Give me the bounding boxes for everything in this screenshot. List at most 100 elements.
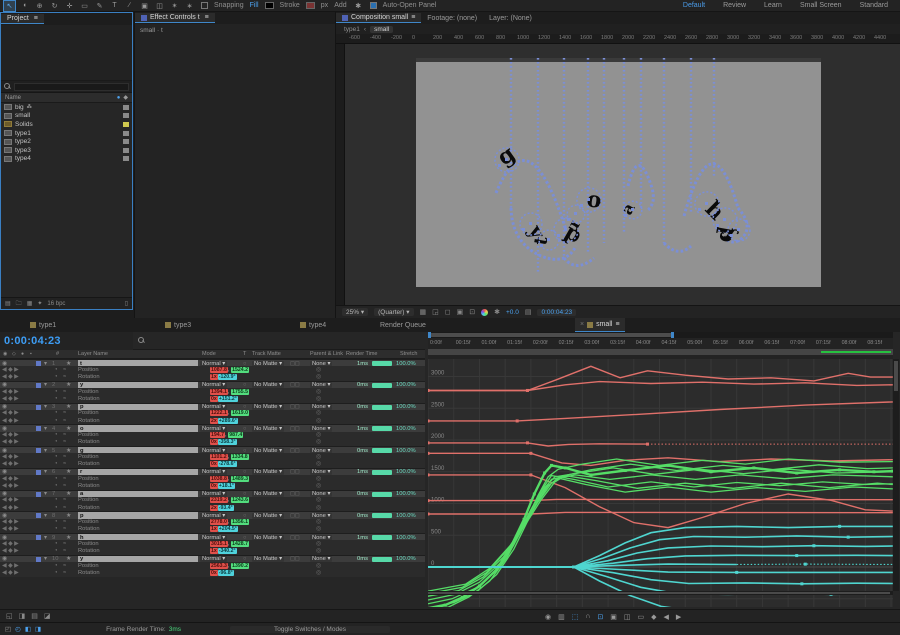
gear-icon[interactable]: ✱: [353, 1, 364, 11]
pick-whip-icon[interactable]: ◎: [316, 562, 324, 569]
exposure-value[interactable]: +0.0: [506, 309, 519, 316]
keyframe-nav[interactable]: ◀ ◆ ▶: [2, 432, 22, 439]
auto-open-checkbox[interactable]: [370, 2, 377, 9]
rotation-row-8[interactable]: ◀ ◆ ▶◔≈Rotation1x+204.5°◎: [0, 526, 425, 533]
fit-selection-icon[interactable]: ⊡: [597, 613, 603, 621]
timeline-timecode[interactable]: 0:00:04:23: [4, 335, 61, 347]
label-swatch[interactable]: [123, 113, 129, 118]
mask-visibility-icon[interactable]: ◻: [445, 308, 451, 316]
stopwatch-icon[interactable]: ◔: [54, 569, 61, 576]
keyframe-nav[interactable]: ◀ ◆ ▶: [2, 519, 22, 526]
stopwatch-icon[interactable]: ◔: [54, 482, 61, 489]
label-color[interactable]: [36, 383, 41, 388]
settings-gear-icon[interactable]: ✱: [494, 308, 500, 316]
rotation-row-4[interactable]: ◀ ◆ ▶◔≈Rotation0x-358.3°◎: [0, 439, 425, 446]
workspace-review[interactable]: Review: [723, 2, 746, 9]
rotation-row-2[interactable]: ◀ ◆ ▶◔≈Rotation0x+151.2°◎: [0, 395, 425, 402]
workspace-small-screen[interactable]: Small Screen: [800, 2, 842, 9]
pick-whip-icon[interactable]: ◎: [316, 548, 324, 555]
layer-row-4[interactable]: ◉▾4★oNormal ▾○No Matte ▾◻◻None ▾1ms100.0…: [0, 424, 425, 431]
position-row-4[interactable]: ◀ ◆ ▶◔≈Position194.7, 987.4◎: [0, 432, 425, 439]
pick-whip-icon[interactable]: ◎: [316, 388, 324, 395]
comp-mini-flowchart-icon[interactable]: ◱: [6, 612, 13, 620]
column-header-[interactable]: #: [56, 351, 59, 357]
property-label-position[interactable]: Position: [78, 562, 138, 569]
property-label-rotation[interactable]: Rotation: [78, 569, 138, 576]
trash-icon[interactable]: ▯: [125, 300, 128, 307]
label-swatch[interactable]: [123, 148, 129, 153]
property-label-rotation[interactable]: Rotation: [78, 504, 138, 511]
pick-whip-icon[interactable]: ◎: [316, 395, 324, 402]
column-header-mode[interactable]: Mode: [202, 351, 216, 357]
add-button[interactable]: Add: [334, 2, 346, 9]
graph-include-icon[interactable]: ≈: [63, 482, 71, 489]
graph-include-icon[interactable]: ≈: [63, 526, 71, 533]
status-icon-2[interactable]: ◴: [15, 625, 21, 633]
magnification-dropdown[interactable]: 25% ▾: [342, 308, 368, 316]
tab-project[interactable]: Project ≡: [1, 14, 44, 24]
keyframe-nav[interactable]: ◀ ◆ ▶: [2, 453, 22, 460]
graph-include-icon[interactable]: ≈: [63, 540, 71, 547]
keyframe-nav[interactable]: ◀ ◆ ▶: [2, 388, 22, 395]
pick-whip-icon[interactable]: ◎: [316, 366, 324, 373]
pick-whip-icon[interactable]: ◎: [316, 374, 324, 381]
label-color[interactable]: [36, 513, 41, 518]
graph-include-icon[interactable]: ≈: [63, 461, 71, 468]
timeline-columns-header[interactable]: #Layer NameModeTTrack MatteParent & Link…: [0, 350, 425, 359]
label-color[interactable]: [36, 405, 41, 410]
new-folder-icon[interactable]: 🗀: [16, 299, 22, 309]
graph-editor[interactable]: 300025002000150010005000: [428, 359, 893, 607]
keyframe-nav[interactable]: ◀ ◆ ▶: [2, 395, 22, 402]
resolution-dropdown[interactable]: (Quarter) ▾: [374, 308, 413, 316]
layer-row-8[interactable]: ◉▾8★pNormal ▾○No Matte ▾◻◻None ▾0ms100.0…: [0, 511, 425, 518]
stroke-label[interactable]: Stroke: [280, 2, 300, 9]
comp-canvas[interactable]: gytporahpy: [416, 58, 821, 287]
layer-row-6[interactable]: ◉▾6★rNormal ▾○No Matte ▾◻◻None ▾1ms100.0…: [0, 468, 425, 475]
rotation-row-6[interactable]: ◀ ◆ ▶◔≈Rotation0x+18.1°◎: [0, 482, 425, 489]
keyframe-nav[interactable]: ◀ ◆ ▶: [2, 569, 22, 576]
position-row-9[interactable]: ◀ ◆ ▶◔≈Position3015.1, 1428.7◎: [0, 540, 425, 547]
layer-row-10[interactable]: ◉▾10★yNormal ▾○No Matte ▾◻◻None ▾0ms100.…: [0, 555, 425, 562]
property-label-rotation[interactable]: Rotation: [78, 461, 138, 468]
stopwatch-icon[interactable]: ◔: [54, 526, 61, 533]
stopwatch-icon[interactable]: ◔: [54, 497, 61, 504]
stopwatch-icon[interactable]: ◔: [54, 366, 61, 373]
status-icon-3[interactable]: ◧: [25, 625, 31, 633]
orbit-camera-tool-icon[interactable]: ↻: [49, 1, 60, 11]
new-comp-icon[interactable]: ▦: [27, 300, 33, 307]
rotation-row-10[interactable]: ◀ ◆ ▶◔≈Rotation0x-96.8°◎: [0, 569, 425, 576]
property-label-position[interactable]: Position: [78, 519, 138, 526]
label-color[interactable]: [36, 492, 41, 497]
pick-whip-icon[interactable]: ◎: [316, 540, 324, 547]
zoom-tool-icon[interactable]: ⊕: [34, 1, 45, 11]
pick-whip-icon[interactable]: ◎: [316, 453, 324, 460]
column-header-trackmatte[interactable]: Track Matte: [252, 351, 281, 357]
position-row-3[interactable]: ◀ ◆ ▶◔≈Position1222.1, 1619.0◎: [0, 410, 425, 417]
brush-tool-icon[interactable]: ∕: [124, 1, 135, 11]
property-label-rotation[interactable]: Rotation: [78, 439, 138, 446]
rotation-row-3[interactable]: ◀ ◆ ▶◔≈Rotation2x+289.6°◎: [0, 417, 425, 424]
shape-tool-icon[interactable]: ▭: [79, 1, 90, 11]
rotation-values[interactable]: 0x+18.1°: [210, 482, 270, 489]
keyframe-nav[interactable]: ◀ ◆ ▶: [2, 504, 22, 511]
fit-all-icon[interactable]: ▣: [610, 613, 617, 621]
property-label-position[interactable]: Position: [78, 475, 138, 482]
rotation-values[interactable]: 2x+289.6°: [210, 417, 270, 424]
stopwatch-icon[interactable]: ◔: [54, 410, 61, 417]
project-item-type1[interactable]: type1: [1, 129, 132, 138]
column-header-layername[interactable]: Layer Name: [78, 351, 108, 357]
keyframe-nav[interactable]: ◀ ◆ ▶: [2, 482, 22, 489]
graph-include-icon[interactable]: ≈: [63, 395, 71, 402]
work-area-bar[interactable]: [428, 349, 893, 355]
vertical-scrollbar[interactable]: [893, 359, 899, 591]
pick-whip-icon[interactable]: ◎: [316, 417, 324, 424]
region-of-interest-icon[interactable]: ▣: [457, 308, 464, 316]
position-values[interactable]: 194.7, 987.4: [210, 432, 270, 439]
comp-tab-1[interactable]: Footage: (none): [421, 14, 483, 23]
project-item-Solids[interactable]: Solids: [1, 120, 132, 129]
project-columns-header[interactable]: Name ●◆: [1, 93, 132, 103]
layer-row-9[interactable]: ◉▾9★hNormal ▾○No Matte ▾◻◻None ▾1ms100.0…: [0, 533, 425, 540]
fill-label[interactable]: Fill: [250, 2, 259, 9]
graph-include-icon[interactable]: ≈: [63, 366, 71, 373]
graph-include-icon[interactable]: ≈: [63, 453, 71, 460]
